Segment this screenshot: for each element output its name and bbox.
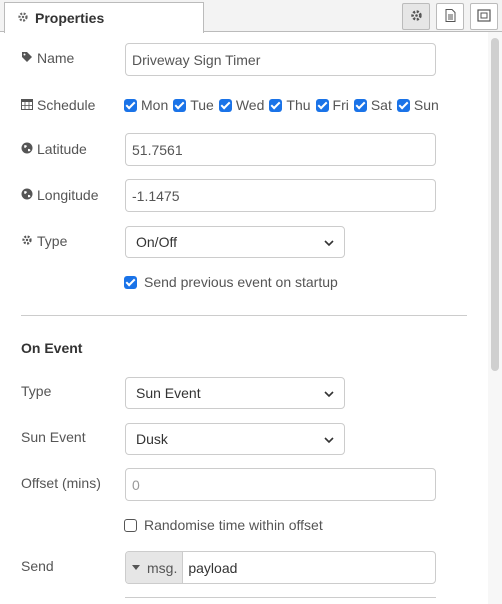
longitude-input[interactable]: -1.1475 xyxy=(125,179,436,212)
appearance-icon xyxy=(477,8,491,25)
latitude-label: Latitude xyxy=(21,141,87,157)
day-sat[interactable]: Sat xyxy=(353,97,392,113)
description-button[interactable] xyxy=(436,3,464,30)
sun-checkbox[interactable] xyxy=(396,98,410,112)
properties-panel: Name Driveway Sign Timer Schedule Mon Tu… xyxy=(0,32,488,604)
next-field-edge xyxy=(125,597,436,598)
send-previous-checkbox[interactable] xyxy=(124,275,137,289)
chevron-down-icon xyxy=(324,234,334,250)
event-type-label: Type xyxy=(21,383,52,399)
schedule-label: Schedule xyxy=(21,97,95,113)
randomise-checkbox[interactable] xyxy=(124,518,137,532)
gear-icon xyxy=(21,233,37,249)
on-event-heading: On Event xyxy=(21,340,83,356)
send-value[interactable]: payload xyxy=(183,560,237,576)
day-tue[interactable]: Tue xyxy=(173,97,214,113)
appearance-button[interactable] xyxy=(470,3,498,30)
randomise-row[interactable]: Randomise time within offset xyxy=(124,517,323,533)
day-sun[interactable]: Sun xyxy=(396,97,439,113)
day-fri[interactable]: Fri xyxy=(315,97,349,113)
latitude-input[interactable]: 51.7561 xyxy=(125,133,436,166)
tag-icon xyxy=(21,50,37,66)
tue-checkbox[interactable] xyxy=(173,98,187,112)
day-mon[interactable]: Mon xyxy=(124,97,168,113)
longitude-label: Longitude xyxy=(21,187,99,203)
caret-down-icon xyxy=(132,565,140,570)
gear-icon xyxy=(410,9,423,25)
fri-checkbox[interactable] xyxy=(315,98,329,112)
send-label: Send xyxy=(21,558,54,574)
tab-bar: Properties xyxy=(0,0,502,33)
type-select[interactable]: On/Off xyxy=(125,226,345,258)
thu-checkbox[interactable] xyxy=(269,98,283,112)
schedule-days: Mon Tue Wed Thu Fri Sat Sun xyxy=(124,97,444,113)
day-wed[interactable]: Wed xyxy=(218,97,264,113)
scrollbar-thumb[interactable] xyxy=(491,38,499,371)
send-previous-row[interactable]: Send previous event on startup xyxy=(124,274,338,290)
tab-properties[interactable]: Properties xyxy=(4,2,204,33)
send-typed-input[interactable]: msg. payload xyxy=(125,551,436,584)
globe-icon xyxy=(21,187,37,203)
document-icon xyxy=(445,8,456,25)
sun-event-label: Sun Event xyxy=(21,429,86,445)
type-selector[interactable]: msg. xyxy=(126,552,184,583)
mon-checkbox[interactable] xyxy=(124,98,137,112)
offset-label: Offset (mins) xyxy=(21,475,101,491)
gear-icon xyxy=(17,10,35,26)
sun-event-select[interactable]: Dusk xyxy=(125,423,345,455)
offset-input[interactable]: 0 xyxy=(125,468,436,501)
event-type-select[interactable]: Sun Event xyxy=(125,377,345,409)
day-thu[interactable]: Thu xyxy=(269,97,311,113)
section-divider xyxy=(21,315,467,316)
type-label: Type xyxy=(21,233,67,249)
name-input[interactable]: Driveway Sign Timer xyxy=(125,43,436,76)
settings-button[interactable] xyxy=(402,3,430,30)
globe-icon xyxy=(21,141,37,157)
chevron-down-icon xyxy=(324,385,334,401)
tab-properties-label: Properties xyxy=(35,10,105,26)
chevron-down-icon xyxy=(324,431,334,447)
wed-checkbox[interactable] xyxy=(218,98,232,112)
calendar-icon xyxy=(21,97,37,113)
name-label: Name xyxy=(21,50,74,66)
sat-checkbox[interactable] xyxy=(353,98,367,112)
